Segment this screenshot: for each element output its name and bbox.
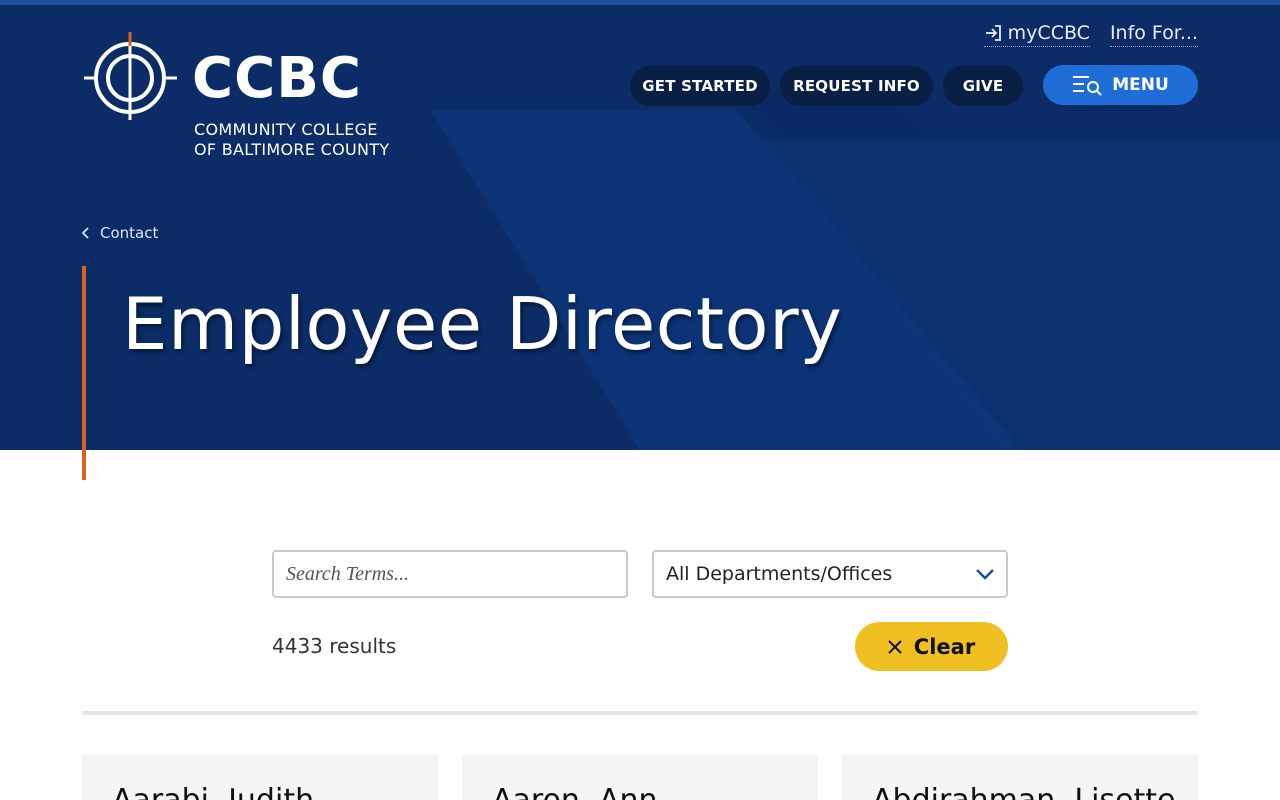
results-count: 4433 results [272, 634, 396, 658]
results-number: 4433 [272, 634, 323, 658]
results-label: results [329, 634, 397, 658]
menu-label: MENU [1112, 75, 1169, 95]
clear-label: Clear [913, 634, 976, 659]
utility-nav: myCCBC Info For... [983, 22, 1198, 47]
results-divider [82, 711, 1198, 715]
chevron-down-icon [976, 569, 994, 580]
myccbc-link[interactable]: myCCBC [983, 22, 1090, 47]
employee-name[interactable]: Aaron, Ann [492, 783, 658, 800]
logo-wordmark: CCBC [192, 46, 362, 111]
hero-banner: CCBC COMMUNITY COLLEGE OF BALTIMORE COUN… [0, 0, 1280, 450]
give-button[interactable]: GIVE [943, 66, 1023, 106]
close-icon [888, 639, 902, 654]
sign-in-icon [985, 25, 1001, 41]
employee-card[interactable]: Aarabi, Judith [82, 755, 438, 800]
employee-card[interactable]: Aaron, Ann [462, 755, 818, 800]
menu-search-icon [1073, 76, 1102, 96]
chevron-left-icon [82, 227, 89, 239]
info-for-label: Info For... [1109, 22, 1198, 44]
logo-subtitle-line-1: COMMUNITY COLLEGE [194, 120, 378, 139]
department-select[interactable]: All Departments/Offices [652, 550, 1008, 598]
breadcrumb-contact[interactable]: Contact [100, 224, 158, 242]
logo-subtitle-line-2: OF BALTIMORE COUNTY [194, 140, 390, 159]
myccbc-label: myCCBC [1007, 22, 1090, 44]
get-started-button[interactable]: GET STARTED [630, 66, 770, 106]
employee-name[interactable]: Aarabi, Judith [112, 783, 314, 800]
logo-subtitle: COMMUNITY COLLEGE OF BALTIMORE COUNTY [194, 120, 389, 160]
request-info-button[interactable]: REQUEST INFO [780, 66, 933, 106]
department-select-value: All Departments/Offices [666, 563, 893, 585]
ccbc-logo[interactable]: CCBC COMMUNITY COLLEGE OF BALTIMORE COUN… [82, 30, 402, 160]
breadcrumb[interactable]: Contact [82, 224, 158, 242]
ccbc-seal-icon [84, 32, 177, 120]
page-title: Employee Directory [122, 282, 843, 366]
clear-button[interactable]: Clear [855, 622, 1008, 671]
title-accent-bar [82, 266, 86, 480]
info-for-link[interactable]: Info For... [1109, 22, 1198, 47]
menu-button[interactable]: MENU [1043, 65, 1198, 105]
employee-card[interactable]: Abdirahman, Lisette [842, 755, 1198, 800]
employee-name[interactable]: Abdirahman, Lisette [872, 783, 1176, 800]
search-input[interactable] [272, 550, 628, 598]
